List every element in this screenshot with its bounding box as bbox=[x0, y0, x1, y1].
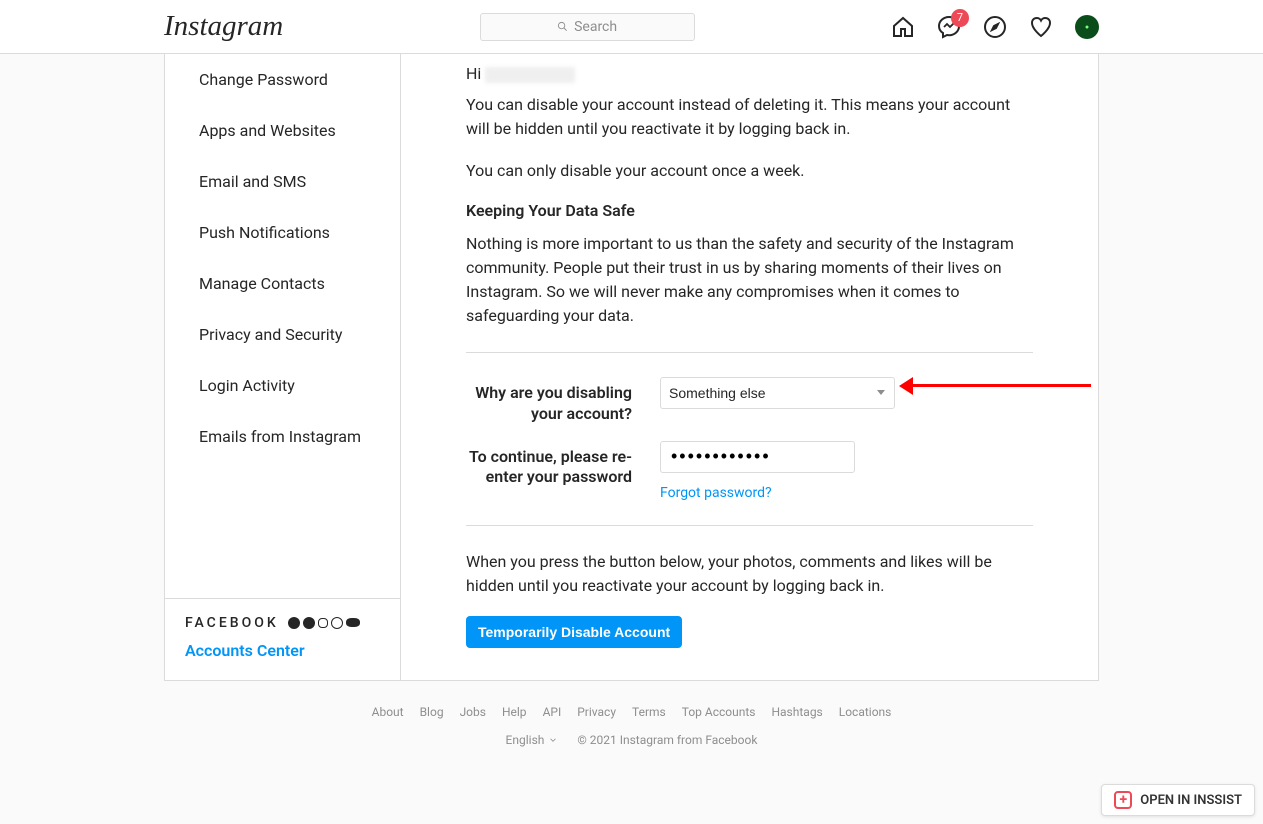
home-icon[interactable] bbox=[891, 15, 915, 39]
footer-links: About Blog Jobs Help API Privacy Terms T… bbox=[164, 705, 1099, 719]
accounts-center-link[interactable]: Accounts Center bbox=[185, 641, 380, 660]
redacted-username bbox=[485, 67, 575, 83]
instagram-logo[interactable]: Instagram bbox=[164, 10, 283, 43]
inssist-label: OPEN IN INSSIST bbox=[1140, 793, 1242, 808]
facebook-icon bbox=[288, 617, 300, 629]
divider-2 bbox=[466, 525, 1033, 526]
instagram-mini-icon bbox=[318, 618, 328, 628]
sidebar-item-push-notifications[interactable]: Push Notifications bbox=[165, 207, 400, 258]
notification-badge: 7 bbox=[951, 9, 969, 27]
reason-label: Why are you disabling your account? bbox=[466, 377, 660, 425]
search-placeholder: Search bbox=[574, 19, 617, 35]
copyright-text: © 2021 Instagram from Facebook bbox=[577, 733, 757, 747]
explore-icon[interactable] bbox=[983, 15, 1007, 39]
password-label: To continue, please re-enter your passwo… bbox=[466, 441, 660, 489]
search-input[interactable]: Search bbox=[480, 13, 695, 41]
messenger-icon[interactable]: 7 bbox=[937, 15, 961, 39]
inssist-button[interactable]: + OPEN IN INSSIST bbox=[1101, 784, 1255, 816]
disable-account-button[interactable]: Temporarily Disable Account bbox=[466, 616, 682, 648]
password-input[interactable] bbox=[660, 441, 855, 473]
section-title: Keeping Your Data Safe bbox=[466, 201, 1033, 220]
sidebar-item-manage-contacts[interactable]: Manage Contacts bbox=[165, 258, 400, 309]
facebook-label: FACEBOOK bbox=[185, 615, 279, 631]
sidebar-item-email-sms[interactable]: Email and SMS bbox=[165, 156, 400, 207]
greeting-text: Hi bbox=[466, 64, 1033, 83]
footer-link[interactable]: About bbox=[372, 705, 404, 719]
footer-link[interactable]: Hashtags bbox=[771, 705, 822, 719]
top-nav: Instagram Search 7 ● bbox=[0, 0, 1263, 54]
sidebar-item-privacy-security[interactable]: Privacy and Security bbox=[165, 309, 400, 360]
footer-link[interactable]: Terms bbox=[632, 705, 666, 719]
footer-link[interactable]: Privacy bbox=[577, 705, 616, 719]
divider bbox=[466, 352, 1033, 353]
footer-link[interactable]: Jobs bbox=[460, 705, 486, 719]
reason-select[interactable]: Something else bbox=[660, 377, 895, 409]
safety-para: Nothing is more important to us than the… bbox=[466, 232, 1033, 328]
search-icon bbox=[557, 21, 568, 32]
activity-icon[interactable] bbox=[1029, 15, 1053, 39]
profile-avatar[interactable]: ● bbox=[1075, 15, 1099, 39]
settings-sidebar: Change Password Apps and Websites Email … bbox=[165, 54, 401, 680]
confirm-para: When you press the button below, your ph… bbox=[466, 550, 1033, 598]
oculus-mini-icon bbox=[346, 618, 360, 627]
footer-link[interactable]: API bbox=[543, 705, 562, 719]
footer-link[interactable]: Top Accounts bbox=[682, 705, 756, 719]
settings-container: Change Password Apps and Websites Email … bbox=[164, 54, 1099, 681]
whatsapp-mini-icon bbox=[331, 617, 343, 629]
inssist-icon: + bbox=[1114, 791, 1132, 809]
footer-link[interactable]: Blog bbox=[420, 705, 444, 719]
sidebar-item-apps-websites[interactable]: Apps and Websites bbox=[165, 105, 400, 156]
forgot-password-link[interactable]: Forgot password? bbox=[660, 485, 895, 501]
language-selector[interactable]: English bbox=[506, 733, 559, 747]
facebook-brand-row: FACEBOOK bbox=[185, 615, 380, 631]
chevron-down-icon bbox=[548, 735, 558, 745]
intro-para-2: You can only disable your account once a… bbox=[466, 159, 1033, 183]
sidebar-item-emails-instagram[interactable]: Emails from Instagram bbox=[165, 411, 400, 462]
intro-para-1: You can disable your account instead of … bbox=[466, 93, 1033, 141]
sidebar-item-change-password[interactable]: Change Password bbox=[165, 54, 400, 105]
messenger-mini-icon bbox=[303, 617, 315, 629]
footer-link[interactable]: Help bbox=[502, 705, 527, 719]
footer-link[interactable]: Locations bbox=[839, 705, 892, 719]
main-content: Hi You can disable your account instead … bbox=[401, 54, 1098, 680]
sidebar-item-login-activity[interactable]: Login Activity bbox=[165, 360, 400, 411]
page-footer: About Blog Jobs Help API Privacy Terms T… bbox=[164, 705, 1099, 747]
